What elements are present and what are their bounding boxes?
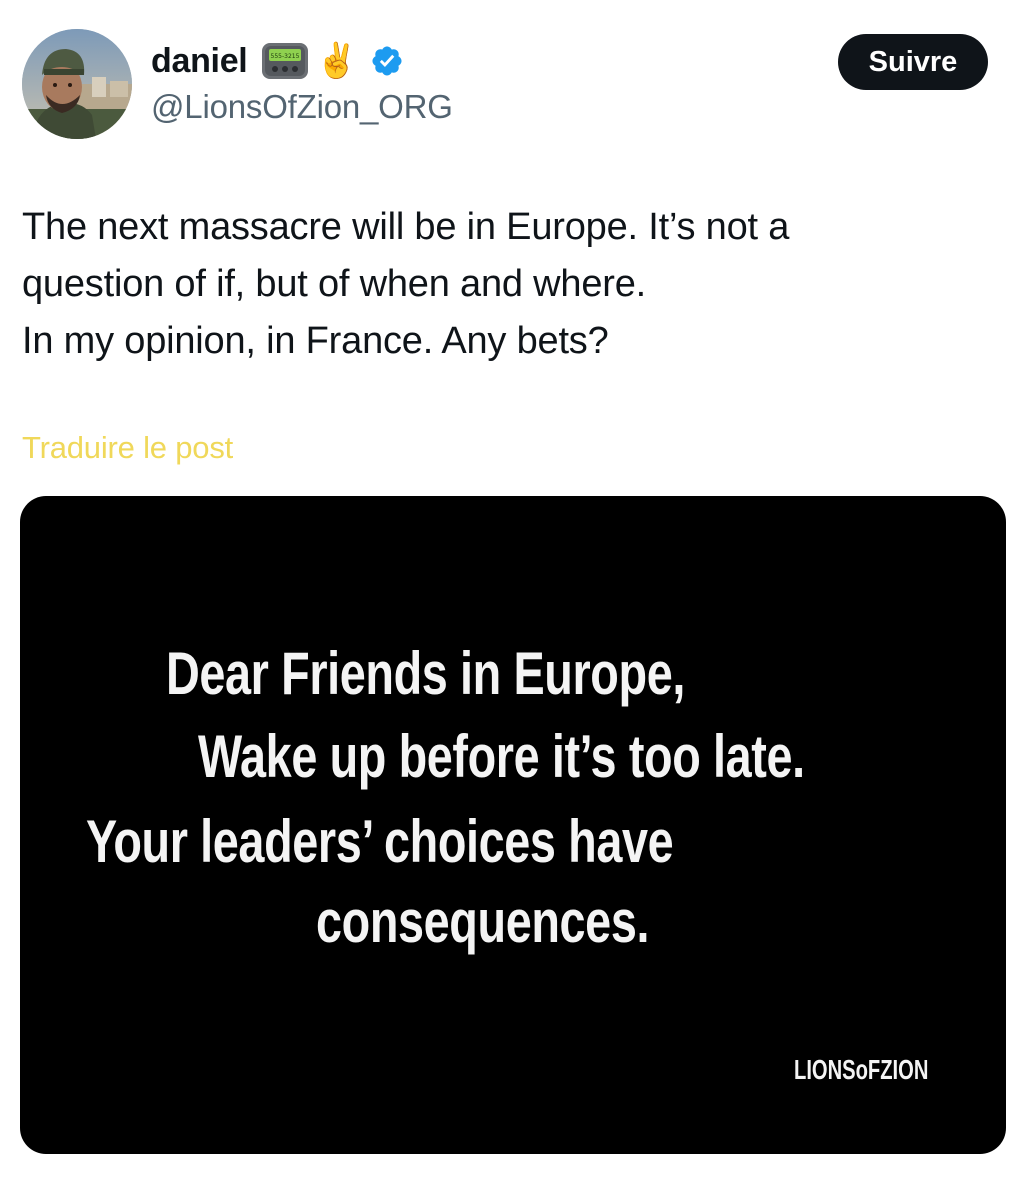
victory-hand-emoji-icon: ✌️	[315, 42, 358, 80]
post-text-line: The next massacre will be in Europe. It’…	[22, 206, 790, 248]
avatar[interactable]	[22, 29, 132, 139]
author-name-row: daniel 555-3215 ✌️	[151, 36, 404, 86]
translate-post-link[interactable]: Traduire le post	[22, 430, 233, 466]
pager-emoji-icon: 555-3215	[262, 43, 309, 79]
media-text-line: Dear Friends in Europe,	[166, 640, 685, 707]
media-text-line: Wake up before it’s too late.	[198, 723, 805, 790]
post-media-image[interactable]: Dear Friends in Europe, Wake up before i…	[20, 496, 1006, 1154]
author-display-name[interactable]: daniel	[151, 42, 248, 81]
follow-button[interactable]: Suivre	[838, 34, 988, 90]
avatar-photo	[22, 29, 132, 139]
post-text: The next massacre will be in Europe. It’…	[22, 199, 982, 370]
post-text-line: question of if, but of when and where.	[22, 263, 647, 305]
media-text-line: consequences.	[316, 888, 650, 955]
author-handle[interactable]: @LionsOfZion_ORG	[151, 88, 453, 126]
media-text-line: Your leaders’ choices have	[86, 808, 674, 875]
media-watermark-logo: LIONSoFZION	[794, 1054, 929, 1085]
verified-badge-icon[interactable]	[370, 44, 404, 78]
post-text-line: In my opinion, in France. Any bets?	[22, 320, 609, 362]
pager-screen-text: 555-3215	[271, 53, 300, 60]
